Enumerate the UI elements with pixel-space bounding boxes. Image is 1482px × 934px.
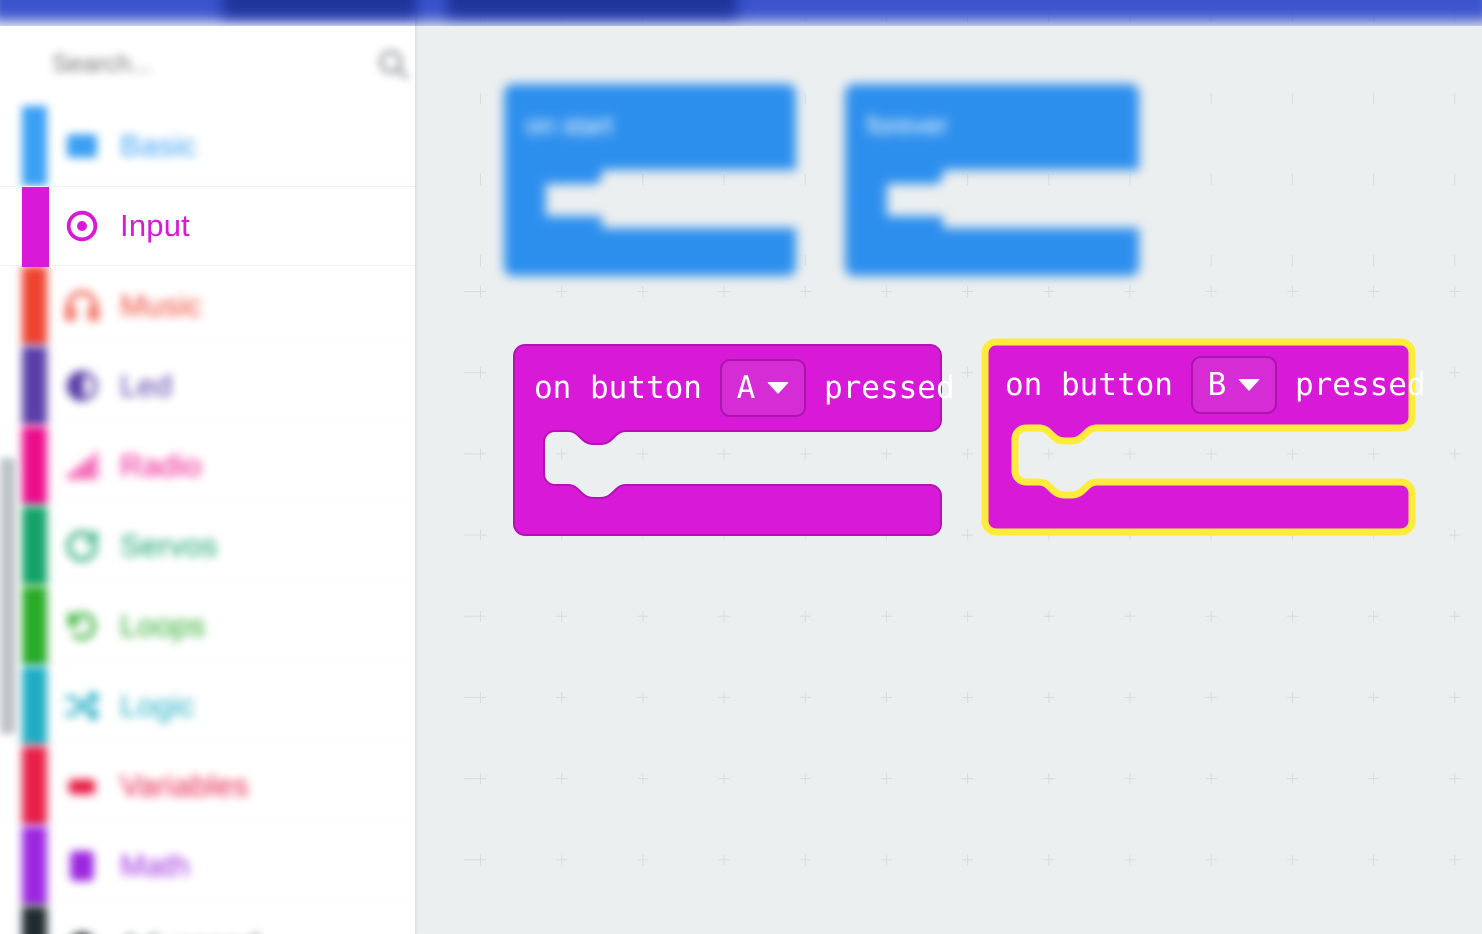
button-dropdown[interactable]: A — [719, 359, 806, 417]
block-bottom-notch — [540, 216, 602, 236]
toolbox-category-logic[interactable]: Logic — [0, 666, 415, 746]
block-text-after: pressed — [823, 370, 955, 406]
shuffle-icon — [60, 684, 104, 728]
block-on-button-b-pressed[interactable]: on button Bpressed — [981, 338, 1426, 536]
toolbox-search-row[interactable] — [0, 24, 415, 104]
blocks-workspace[interactable]: on start forever on button Apressed on butto… — [415, 10, 1482, 934]
refresh-icon — [60, 524, 104, 568]
editor-top-toolbar[interactable] — [0, 0, 1482, 26]
toolbox-category-led[interactable]: Led — [0, 346, 415, 426]
cog-icon — [60, 924, 104, 934]
block-label: forever — [867, 110, 948, 140]
toolbox-category-basic[interactable]: Basic — [0, 106, 415, 186]
headphones-icon — [60, 284, 104, 328]
category-color-stripe — [22, 746, 47, 826]
calculator-icon — [60, 844, 104, 888]
button-dropdown[interactable]: B — [1190, 356, 1277, 414]
category-label: Basic — [120, 127, 197, 163]
category-color-stripe — [22, 266, 47, 346]
toolbox-category-servos[interactable]: Servos — [0, 506, 415, 586]
category-color-stripe — [22, 906, 47, 934]
block-label-row: on button Bpressed — [1003, 356, 1428, 414]
variable-icon — [60, 764, 104, 808]
toolbox-category-radio[interactable]: Radio — [0, 426, 415, 506]
block-label-row: on button Apressed — [532, 359, 957, 417]
toolbox-collapse-handle[interactable] — [0, 458, 16, 734]
block-on-button-a-pressed[interactable]: on button Apressed — [513, 344, 955, 536]
block-text-before: on button — [1005, 367, 1173, 403]
search-icon[interactable] — [376, 47, 410, 81]
category-color-stripe — [22, 506, 47, 586]
block-forever[interactable]: forever — [845, 84, 1139, 276]
search-input[interactable] — [50, 48, 376, 80]
category-label: Led — [120, 367, 173, 403]
toolbox-category-variables[interactable]: Variables — [0, 746, 415, 826]
category-color-stripe — [22, 666, 47, 746]
category-label: Loops — [120, 607, 206, 643]
loop-icon — [60, 604, 104, 648]
category-label: Radio — [120, 447, 202, 483]
toolbox-category-loops[interactable]: Loops — [0, 586, 415, 666]
category-color-stripe — [22, 346, 47, 426]
signal-icon — [60, 444, 104, 488]
toolbox-category-list[interactable]: Basic Input Music Led Radio Servos Loops Logic V… — [0, 106, 415, 934]
toolbar-segment-right[interactable] — [447, 0, 737, 16]
category-label: Advanced — [120, 928, 259, 934]
block-bottom-notch — [881, 216, 943, 236]
category-label: Variables — [120, 767, 249, 803]
blocks-toolbox[interactable]: Basic Input Music Led Radio Servos Loops Logic V… — [0, 10, 415, 934]
category-label: Math — [120, 847, 190, 883]
block-text-after: pressed — [1294, 367, 1426, 403]
toolbox-category-music[interactable]: Music — [0, 266, 415, 346]
dropdown-value: A — [736, 370, 756, 406]
block-text-before: on button — [534, 370, 702, 406]
category-color-stripe — [22, 187, 49, 267]
block-top-notch — [540, 164, 602, 184]
chevron-down-icon — [1238, 379, 1261, 391]
category-label: Music — [120, 287, 202, 323]
grid-icon — [60, 124, 104, 168]
toolbox-category-advanced[interactable]: Advanced — [0, 906, 415, 934]
toolbox-category-input[interactable]: Input — [0, 186, 415, 267]
toolbar-segment-left[interactable] — [222, 0, 417, 16]
category-color-stripe — [22, 106, 47, 186]
toolbox-category-math[interactable]: Math — [0, 826, 415, 906]
contrast-icon — [60, 364, 104, 408]
category-color-stripe — [22, 426, 47, 506]
category-label: Input — [120, 208, 190, 243]
category-color-stripe — [22, 826, 47, 906]
block-top-notch — [881, 164, 943, 184]
target-icon — [60, 204, 104, 248]
block-label: on start — [526, 110, 613, 140]
category-label: Servos — [120, 527, 218, 563]
category-label: Logic — [120, 687, 196, 723]
block-on-start[interactable]: on start — [504, 84, 796, 276]
dropdown-value: B — [1207, 367, 1227, 403]
chevron-down-icon — [767, 382, 790, 394]
category-color-stripe — [22, 586, 47, 666]
